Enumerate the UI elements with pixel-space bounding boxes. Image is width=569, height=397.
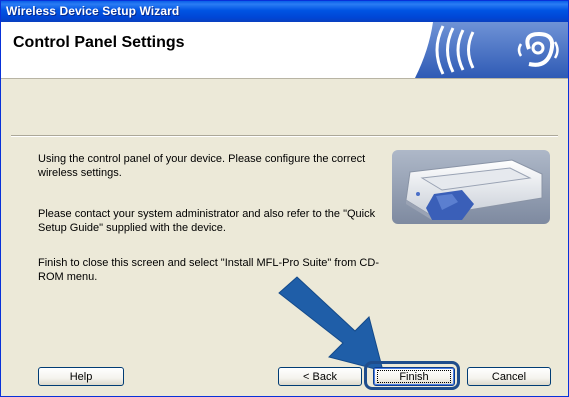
cancel-button[interactable]: Cancel bbox=[467, 367, 551, 386]
finish-button[interactable]: Finish bbox=[373, 367, 455, 386]
wireless-signal-icon bbox=[415, 22, 568, 78]
content-divider bbox=[11, 135, 558, 137]
instruction-text-2: Please contact your system administrator… bbox=[38, 208, 376, 234]
help-button[interactable]: Help bbox=[38, 367, 124, 386]
instruction-text-1: Using the control panel of your device. … bbox=[38, 153, 366, 179]
printer-illustration bbox=[392, 150, 550, 224]
focus-rectangle bbox=[377, 370, 451, 383]
back-button[interactable]: < Back bbox=[278, 367, 362, 386]
window-title: Wireless Device Setup Wizard bbox=[6, 4, 180, 18]
wizard-window: Wireless Device Setup Wizard Control Pan… bbox=[0, 0, 569, 397]
title-bar: Wireless Device Setup Wizard bbox=[1, 1, 568, 22]
wizard-header: Control Panel Settings bbox=[1, 22, 568, 79]
page-title: Control Panel Settings bbox=[13, 34, 185, 51]
